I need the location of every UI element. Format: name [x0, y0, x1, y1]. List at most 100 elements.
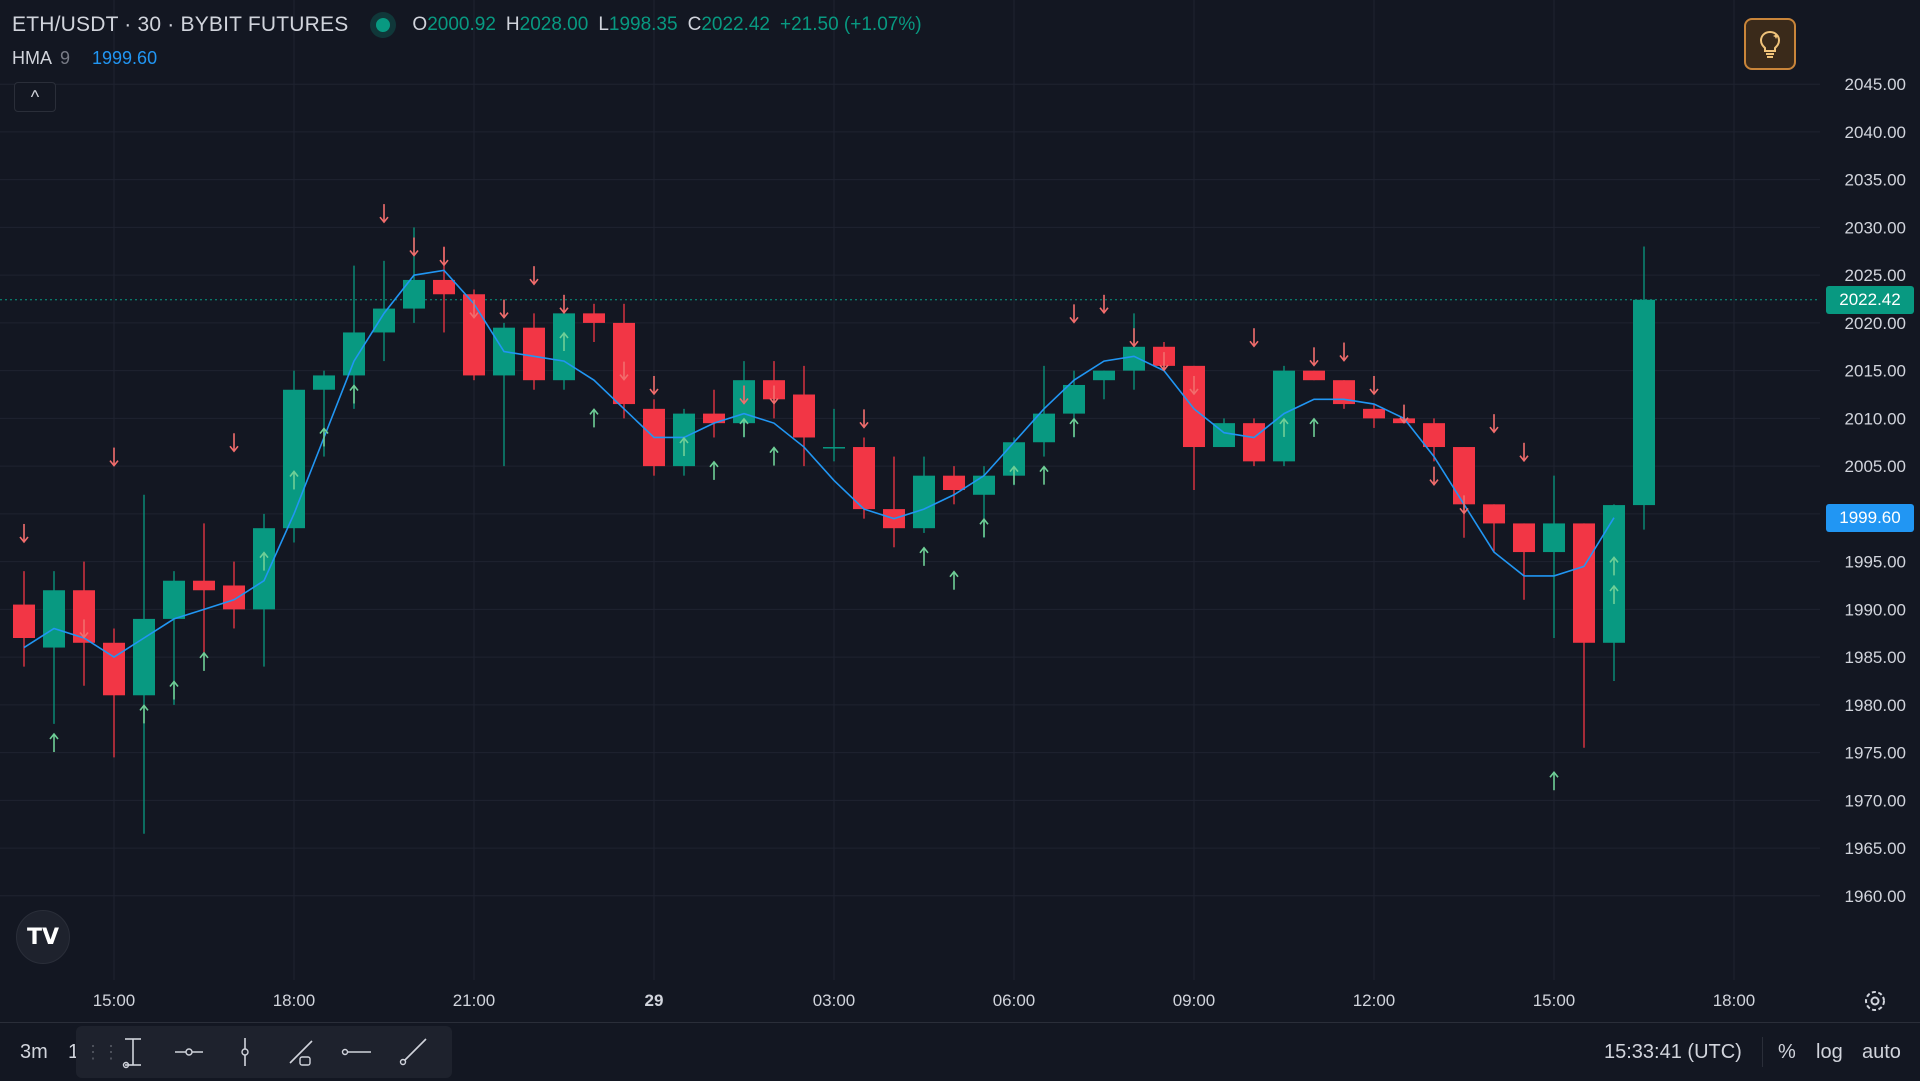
arrow-up-signal: [1069, 417, 1079, 437]
y-tick-label: 2025.00: [1845, 266, 1906, 285]
candle-up: [1543, 523, 1565, 553]
tool-vertical-line[interactable]: [224, 1031, 266, 1073]
ohlc-value: 2028.00: [519, 14, 589, 35]
candle-up: [343, 332, 365, 376]
candle-up: [133, 618, 155, 696]
y-tick-label: 2040.00: [1845, 123, 1906, 142]
candle-down: [193, 580, 215, 591]
arrow-up-signal: [49, 732, 59, 753]
tool-vertical-measure[interactable]: [112, 1031, 154, 1073]
symbol-title[interactable]: ETH/USDT · 30 · BYBIT FUTURES: [12, 13, 348, 37]
ohlc-item: H2028.00: [506, 14, 588, 36]
ohlc-key: L: [598, 14, 609, 35]
percent-toggle[interactable]: %: [1778, 1041, 1796, 1064]
ohlc-key: C: [687, 14, 702, 35]
indicator-value: 1999.60: [92, 48, 158, 68]
gear-icon[interactable]: [1862, 988, 1888, 1014]
arrow-down-signal: [229, 433, 239, 453]
x-tick-label: 29: [645, 991, 664, 1010]
log-toggle[interactable]: log: [1816, 1041, 1843, 1064]
ohlc-key: O: [412, 14, 428, 35]
candle-up: [1273, 370, 1295, 462]
candle-down: [1423, 423, 1445, 448]
candle-down: [523, 327, 545, 381]
grip-icon[interactable]: ⋮⋮: [84, 1042, 120, 1063]
candle-down: [943, 475, 965, 490]
candle-down: [1363, 408, 1385, 419]
arrow-down-signal: [1429, 466, 1439, 486]
x-tick-label: 12:00: [1353, 991, 1396, 1010]
candle-up: [823, 447, 845, 449]
y-tick-label: 1985.00: [1845, 648, 1906, 667]
candle-down: [1303, 370, 1325, 381]
y-tick-label: 2015.00: [1845, 362, 1906, 381]
indicator-name: HMA: [12, 48, 52, 68]
arrow-up-signal: [769, 446, 779, 466]
measure-icon: [122, 1038, 141, 1069]
y-tick-label: 2030.00: [1845, 218, 1906, 237]
chart-area[interactable]: 2045.00 2040.00 2035.00 2030.00 2025.00 2020.…: [0, 0, 1920, 1080]
candle-down: [1573, 523, 1595, 643]
x-tick-label: 03:00: [813, 991, 856, 1010]
arrow-down-signal: [1489, 414, 1499, 434]
candle-up: [913, 475, 935, 529]
x-tick-label: 21:00: [453, 991, 496, 1010]
arrow-up-signal: [709, 460, 719, 480]
tradingview-logo-text: TV: [26, 924, 60, 950]
x-tick-label: 06:00: [993, 991, 1036, 1010]
candle-down: [1513, 523, 1535, 553]
tool-horizontal-line[interactable]: [336, 1031, 378, 1073]
arrow-up-signal: [739, 417, 749, 437]
candle-up: [973, 475, 995, 495]
trend-line-icon: [289, 1040, 313, 1066]
arrow-down-signal: [1339, 342, 1349, 362]
candle-up: [1093, 370, 1115, 381]
y-tick-label: 1975.00: [1845, 744, 1906, 763]
candle-down: [1483, 504, 1505, 524]
ohlc-item: +21.50 (+1.07%): [780, 14, 922, 36]
candle-up: [1633, 299, 1655, 506]
utc-clock[interactable]: 15:33:41 (UTC): [1604, 1041, 1742, 1064]
tool-horizontal-ray[interactable]: [168, 1031, 210, 1073]
idea-button[interactable]: [1744, 18, 1796, 70]
ohlc-values: O2000.92 H2028.00 L1998.35 C2022.42 +21.50 (…: [412, 14, 921, 36]
arrow-down-signal: [559, 294, 569, 315]
tool-ray[interactable]: [392, 1031, 434, 1073]
y-tick-label: 1995.00: [1845, 553, 1906, 572]
arrow-down-signal: [1099, 294, 1109, 315]
arrow-up-signal: [1309, 417, 1319, 437]
arrow-up-signal: [1039, 465, 1049, 485]
arrow-down-signal: [409, 237, 419, 257]
arrow-up-signal: [979, 517, 989, 538]
arrow-down-signal: [499, 299, 509, 319]
collapse-legend-button[interactable]: ^: [14, 82, 56, 112]
ohlc-value: 2022.42: [701, 14, 770, 35]
arrow-down-signal: [649, 375, 659, 396]
arrow-up-signal: [169, 680, 179, 700]
range-3m-button[interactable]: 3m: [20, 1041, 48, 1064]
candle-up: [43, 590, 65, 648]
price-chart[interactable]: 2045.00 2040.00 2035.00 2030.00 2025.00 2020.…: [0, 0, 1920, 1022]
ohlc-key: H: [505, 14, 520, 35]
candle-down: [793, 394, 815, 438]
candle-up: [1063, 384, 1085, 414]
ohlc-item: C2022.42: [688, 14, 770, 36]
drawing-toolbox: ⋮⋮: [76, 1026, 452, 1078]
candle-down: [583, 313, 605, 323]
candle-down: [1243, 423, 1265, 462]
y-tick-label: 1990.00: [1845, 600, 1906, 619]
toolbar-divider: [1762, 1037, 1763, 1067]
arrow-down-signal: [1309, 347, 1319, 367]
candle-down: [853, 447, 875, 510]
y-tick-label: 2005.00: [1845, 457, 1906, 476]
candle-up: [1123, 346, 1145, 371]
chevron-up-icon: ^: [30, 86, 40, 107]
tool-trend-line[interactable]: [280, 1031, 322, 1073]
indicator-legend[interactable]: HMA 9 1999.60: [12, 48, 157, 69]
y-tick-label: 2045.00: [1845, 75, 1906, 94]
candle-up: [283, 389, 305, 529]
candle-down: [103, 642, 125, 696]
auto-toggle[interactable]: auto: [1862, 1041, 1901, 1064]
arrow-down-signal: [1069, 304, 1079, 324]
tradingview-logo[interactable]: TV: [16, 910, 70, 964]
